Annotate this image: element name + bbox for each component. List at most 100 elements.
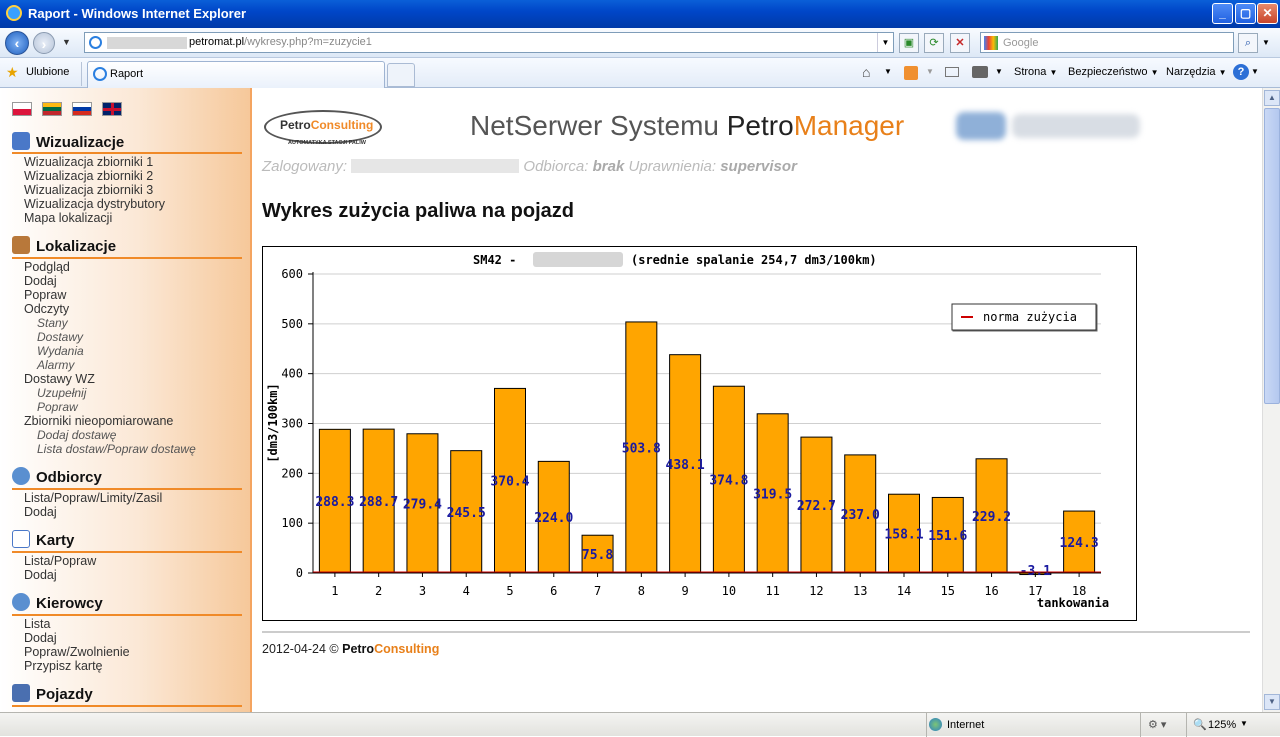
back-button[interactable]: ‹	[5, 31, 29, 55]
menu-dodaj[interactable]: Dodaj	[24, 274, 57, 288]
menu-zbiorniki-nieopomiarowane[interactable]: Zbiorniki nieopomiarowane	[24, 414, 173, 428]
section-title: Wizualizacje	[36, 134, 125, 151]
data-label: 438.1	[666, 458, 705, 473]
safety-menu[interactable]: Bezpieczeństwo ▼	[1068, 66, 1158, 78]
zoom-level[interactable]: 125%	[1208, 719, 1236, 731]
address-domain: petromat.pl	[189, 36, 245, 48]
home-dropdown-icon[interactable]: ▼	[884, 67, 892, 76]
x-tick-label: 9	[681, 584, 688, 598]
menu-mapa[interactable]: Mapa lokalizacji	[24, 211, 112, 225]
menu-kierowcy-popraw[interactable]: Popraw/Zwolnienie	[24, 645, 130, 659]
footer-consulting: Consulting	[374, 642, 440, 656]
close-button[interactable]: ✕	[1257, 3, 1278, 24]
menu-karty-lista[interactable]: Lista/Popraw	[24, 554, 96, 568]
forward-button[interactable]: ›	[33, 32, 55, 54]
x-tick-label: 2	[375, 584, 382, 598]
search-icon[interactable]: ⌕	[1238, 33, 1258, 53]
menu-wizualizacja-1[interactable]: Wizualizacja zbiorniki 1	[24, 155, 153, 169]
address-bar[interactable]: petromat.pl/wykresy.php?m=zuzycie1 ▼	[84, 32, 894, 53]
menu-odczyty[interactable]: Odczyty	[24, 302, 69, 316]
menu-przypisz-karte[interactable]: Przypisz kartę	[24, 659, 103, 673]
menu-odbiorcy-dodaj[interactable]: Dodaj	[24, 505, 57, 519]
recipient-value: brak	[592, 158, 625, 175]
divider	[1186, 713, 1187, 737]
print-dropdown-icon[interactable]: ▼	[995, 67, 1003, 76]
page-menu[interactable]: Strona ▼	[1014, 66, 1057, 78]
section-title: Pojazdy	[36, 686, 93, 703]
chart-title-suffix: (srednie spalanie 254,7 dm3/100km)	[631, 253, 877, 267]
fuel-usage-chart: 0 100 200 300 400 500 600 SM42 - (srednie spala…	[262, 246, 1137, 621]
home-icon[interactable]: ⌂	[862, 64, 870, 80]
y-axis-label: [dm3/100km]	[266, 383, 280, 462]
search-options-icon[interactable]: ▼	[1262, 38, 1270, 47]
menu-podglad[interactable]: Podgląd	[24, 260, 70, 274]
footer-petro: Petro	[342, 642, 375, 656]
search-input[interactable]: Google	[980, 32, 1234, 53]
menu-odbiorcy-lista[interactable]: Lista/Popraw/Limity/Zasil	[24, 491, 162, 505]
x-tick-label: 7	[594, 584, 601, 598]
vehicle-id-blurred	[533, 252, 623, 267]
menu-kierowcy-lista[interactable]: Lista	[24, 617, 50, 631]
chart-title-prefix: SM42 -	[473, 253, 516, 267]
section-title: Lokalizacje	[36, 238, 117, 255]
menu-dostawy[interactable]: Dostawy	[37, 330, 83, 344]
menu-alarmy[interactable]: Alarmy	[37, 358, 74, 372]
address-dropdown-icon[interactable]: ▼	[877, 33, 893, 52]
star-icon: ★	[6, 64, 19, 80]
mail-icon[interactable]	[945, 67, 959, 77]
tab-raport[interactable]: Raport	[87, 61, 385, 88]
x-tick-label: 11	[765, 584, 779, 598]
feeds-dropdown-icon[interactable]: ▼	[926, 67, 934, 76]
menu-uzupelnij[interactable]: Uzupełnij	[37, 386, 86, 400]
menu-dostawy-wz[interactable]: Dostawy WZ	[24, 372, 95, 386]
zoom-dropdown-icon[interactable]: ▼	[1240, 719, 1248, 728]
help-dropdown-icon[interactable]: ▼	[1251, 67, 1259, 76]
chart-title: SM42 -	[473, 253, 516, 267]
menu-wizualizacja-3[interactable]: Wizualizacja zbiorniki 3	[24, 183, 153, 197]
x-tick-label: 5	[506, 584, 513, 598]
help-icon[interactable]: ?	[1233, 64, 1249, 80]
scroll-up-icon[interactable]: ▲	[1264, 90, 1280, 106]
house-icon	[12, 236, 30, 254]
data-label: 288.7	[359, 495, 398, 510]
data-label: 158.1	[884, 528, 923, 543]
menu-dodaj-dostawe[interactable]: Dodaj dostawę	[37, 428, 116, 442]
minimize-button[interactable]: _	[1212, 3, 1233, 24]
flag-en-icon[interactable]	[102, 102, 122, 116]
scroll-thumb[interactable]	[1264, 108, 1280, 404]
stop-icon[interactable]: ✕	[950, 33, 970, 53]
protected-mode-icon[interactable]: ⚙ ▾	[1148, 718, 1166, 731]
menu-popraw[interactable]: Popraw	[24, 288, 66, 302]
vertical-scrollbar[interactable]: ▲ ▼	[1262, 88, 1280, 712]
navigation-bar: ‹ › ▼ petromat.pl/wykresy.php?m=zuzycie1…	[0, 28, 1280, 58]
menu-wizualizacja-dystrybutory[interactable]: Wizualizacja dystrybutory	[24, 197, 165, 211]
history-dropdown-icon[interactable]: ▼	[62, 37, 71, 47]
menu-popraw-wz[interactable]: Popraw	[37, 400, 78, 414]
favorites-button[interactable]: Ulubione	[26, 66, 69, 78]
tab-title: Raport	[110, 68, 144, 80]
data-label: 151.6	[928, 529, 967, 544]
page-icon	[89, 36, 102, 49]
menu-kierowcy-dodaj[interactable]: Dodaj	[24, 631, 57, 645]
tools-menu[interactable]: Narzędzia ▼	[1166, 66, 1227, 78]
menu-karty-dodaj[interactable]: Dodaj	[24, 568, 57, 582]
flag-ru-icon[interactable]	[72, 102, 92, 116]
y-tick-label: 200	[281, 466, 303, 480]
divider	[81, 62, 82, 86]
section-kierowcy: Kierowcy	[12, 593, 103, 612]
y-tick-label: 100	[281, 516, 303, 530]
flag-pl-icon[interactable]	[12, 102, 32, 116]
menu-wizualizacja-2[interactable]: Wizualizacja zbiorniki 2	[24, 169, 153, 183]
print-icon[interactable]	[972, 66, 988, 78]
menu-wydania[interactable]: Wydania	[37, 344, 84, 358]
refresh-icon[interactable]: ⟳	[924, 33, 944, 53]
zoom-icon[interactable]: 🔍	[1193, 718, 1207, 731]
scroll-down-icon[interactable]: ▼	[1264, 694, 1280, 710]
flag-lt-icon[interactable]	[42, 102, 62, 116]
compatibility-icon[interactable]: ▣	[899, 33, 919, 53]
menu-lista-dostaw[interactable]: Lista dostaw/Popraw dostawę	[37, 442, 196, 456]
feeds-icon[interactable]	[904, 66, 918, 80]
new-tab-button[interactable]	[387, 63, 415, 87]
menu-stany[interactable]: Stany	[37, 316, 68, 330]
maximize-button[interactable]: ▢	[1235, 3, 1256, 24]
